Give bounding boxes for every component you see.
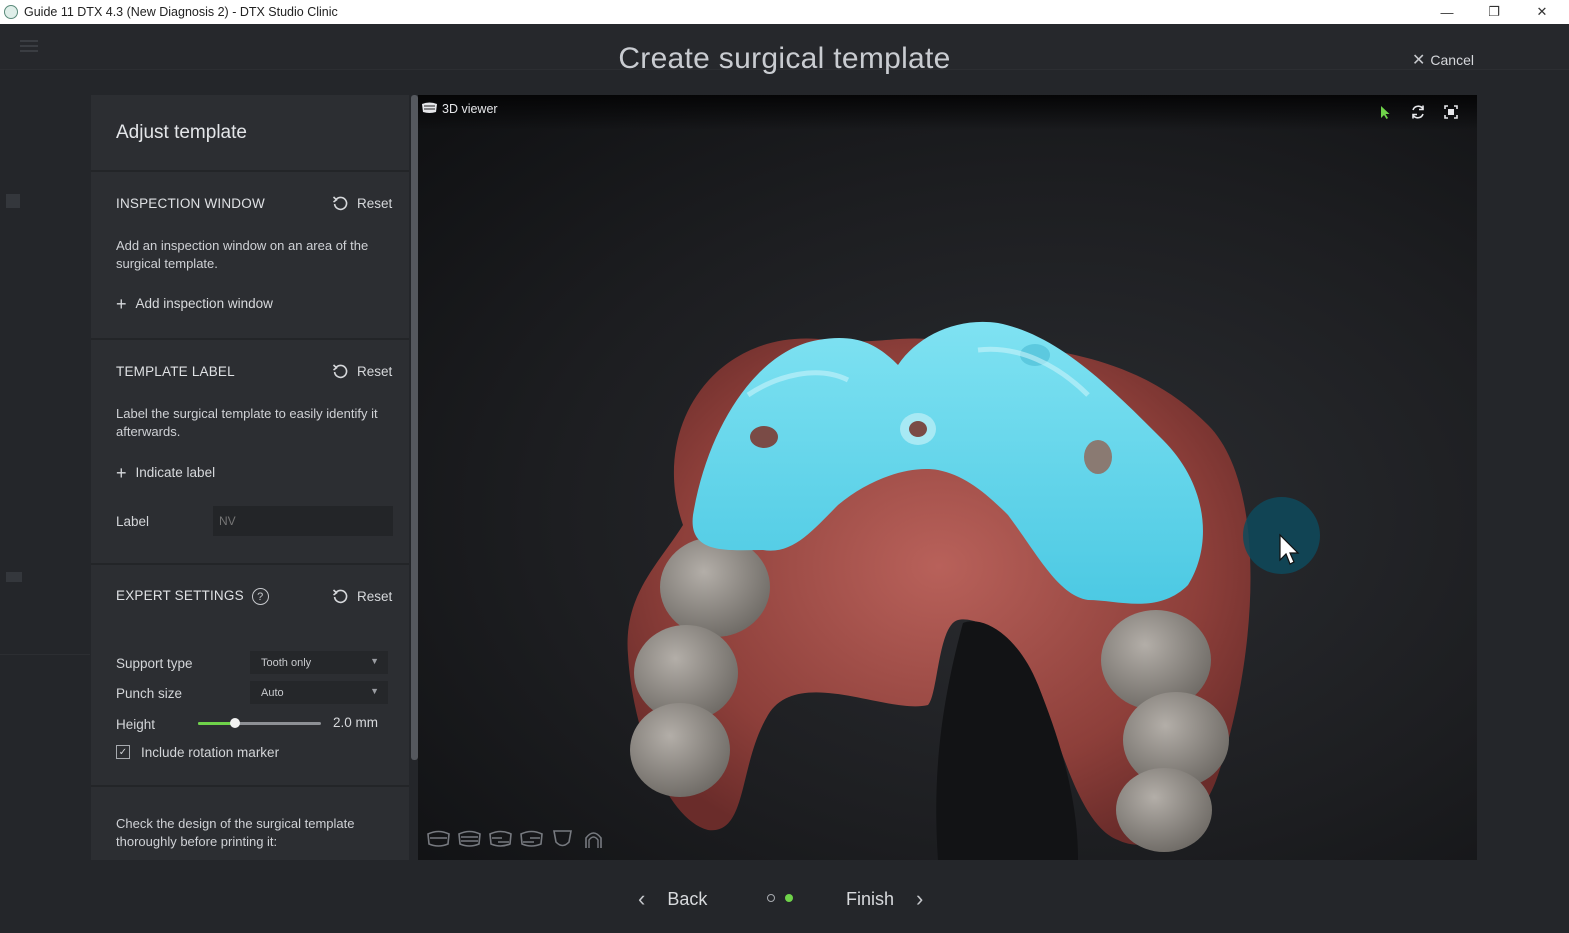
reset-label: Reset xyxy=(357,196,393,211)
view-upper-icon[interactable] xyxy=(550,828,575,850)
reset-label: Reset xyxy=(357,364,393,379)
app-window: Guide 11 DTX 4.3 (New Diagnosis 2) - DTX… xyxy=(0,0,1569,933)
support-type-label: Support type xyxy=(116,656,193,671)
sleeve-hole xyxy=(909,421,927,437)
divider xyxy=(91,170,409,172)
step-indicator-2 xyxy=(785,894,793,902)
chevron-right-icon: › xyxy=(916,886,924,911)
molar xyxy=(1101,610,1211,710)
support-type-select[interactable]: Tooth only ▼ xyxy=(250,651,388,674)
template-label-description: Label the surgical template to easily id… xyxy=(116,406,378,439)
wizard-navigation: ‹ Back Finish › xyxy=(0,870,1569,925)
view-left-icon[interactable] xyxy=(488,828,513,850)
indicate-label-text: Indicate label xyxy=(135,465,216,480)
chevron-down-icon: ▼ xyxy=(370,656,379,666)
height-slider-thumb[interactable] xyxy=(229,718,240,728)
molar xyxy=(630,703,730,797)
divider xyxy=(91,338,409,340)
panel-scrollbar[interactable] xyxy=(411,95,418,760)
inspection-window-description: Add an inspection window on an area of t… xyxy=(116,238,369,271)
window-titlebar: Guide 11 DTX 4.3 (New Diagnosis 2) - DTX… xyxy=(0,0,1569,24)
indicate-label-button[interactable]: + Indicate label xyxy=(116,462,216,483)
window-title: Guide 11 DTX 4.3 (New Diagnosis 2) - DTX… xyxy=(24,5,338,19)
height-label: Height xyxy=(116,717,156,732)
inspection-window-reset-button[interactable]: Reset xyxy=(332,195,392,212)
height-slider[interactable] xyxy=(198,718,321,728)
cancel-label: Cancel xyxy=(1430,52,1474,68)
help-icon[interactable]: ? xyxy=(251,588,269,605)
expert-settings-heading: EXPERT SETTINGS xyxy=(116,588,244,604)
molar xyxy=(1116,768,1212,852)
reset-label: Reset xyxy=(357,589,393,604)
view-right-icon[interactable] xyxy=(519,828,544,850)
reset-icon xyxy=(332,589,348,604)
sleeve-hole xyxy=(750,426,778,448)
background-divider xyxy=(0,654,90,655)
view-presets xyxy=(426,828,606,850)
divider xyxy=(91,785,409,787)
page-title: Create surgical template xyxy=(618,42,951,75)
plus-icon: + xyxy=(116,462,127,483)
template-label-reset-button[interactable]: Reset xyxy=(332,363,392,380)
support-type-value: Tooth only xyxy=(261,656,312,669)
punch-size-label: Punch size xyxy=(116,686,183,701)
close-icon: ✕ xyxy=(1412,52,1426,69)
adjust-template-panel: Adjust template INSPECTION WINDOW Reset … xyxy=(91,95,409,860)
sleeve-hole xyxy=(1084,440,1112,474)
finish-label: Finish xyxy=(846,888,895,909)
step-indicator-1 xyxy=(767,894,775,902)
add-inspection-window-button[interactable]: + Add inspection window xyxy=(116,293,273,314)
label-input[interactable] xyxy=(213,506,393,536)
punch-size-select[interactable]: Auto ▼ xyxy=(250,681,388,704)
view-back-icon[interactable] xyxy=(457,828,482,850)
label-field-label: Label xyxy=(116,514,150,529)
chevron-down-icon: ▼ xyxy=(370,686,379,696)
expert-settings-reset-button[interactable]: Reset xyxy=(332,588,392,605)
divider xyxy=(91,563,409,565)
back-button[interactable]: ‹ Back xyxy=(638,886,707,912)
chevron-left-icon: ‹ xyxy=(638,886,646,911)
panel-title: Adjust template xyxy=(116,122,247,143)
reset-icon xyxy=(332,364,348,379)
mouse-cursor-icon xyxy=(1279,533,1300,565)
dental-model-render[interactable] xyxy=(418,95,1477,860)
minimize-button[interactable]: — xyxy=(1424,0,1470,24)
check-design-note: Check the design of the surgical templat… xyxy=(116,816,355,849)
height-value: 2.0 mm xyxy=(333,715,379,730)
inspection-window-heading: INSPECTION WINDOW xyxy=(116,196,265,211)
3d-viewer[interactable]: 3D viewer xyxy=(418,95,1477,860)
add-inspection-window-label: Add inspection window xyxy=(135,296,273,311)
reset-icon xyxy=(332,196,348,211)
finish-button[interactable]: Finish › xyxy=(846,886,923,912)
maximize-button[interactable]: ❐ xyxy=(1471,0,1517,24)
punch-size-value: Auto xyxy=(261,686,284,699)
rotation-marker-checkbox[interactable]: ✓ xyxy=(116,745,130,759)
plus-icon: + xyxy=(116,293,127,314)
checkmark-icon: ✓ xyxy=(118,746,128,758)
back-label: Back xyxy=(667,888,708,909)
close-window-button[interactable]: ✕ xyxy=(1519,0,1565,24)
expert-settings-heading-row: EXPERT SETTINGS? xyxy=(116,588,269,605)
molar xyxy=(660,537,770,637)
app-logo-icon xyxy=(4,5,18,19)
view-lower-icon[interactable] xyxy=(581,828,606,850)
background-panel-icon xyxy=(6,572,22,582)
template-label-heading: TEMPLATE LABEL xyxy=(116,364,235,379)
view-front-icon[interactable] xyxy=(426,828,451,850)
cancel-button[interactable]: ✕ Cancel xyxy=(1412,50,1474,70)
background-checkbox xyxy=(6,194,20,208)
rotation-marker-label: Include rotation marker xyxy=(141,745,280,760)
